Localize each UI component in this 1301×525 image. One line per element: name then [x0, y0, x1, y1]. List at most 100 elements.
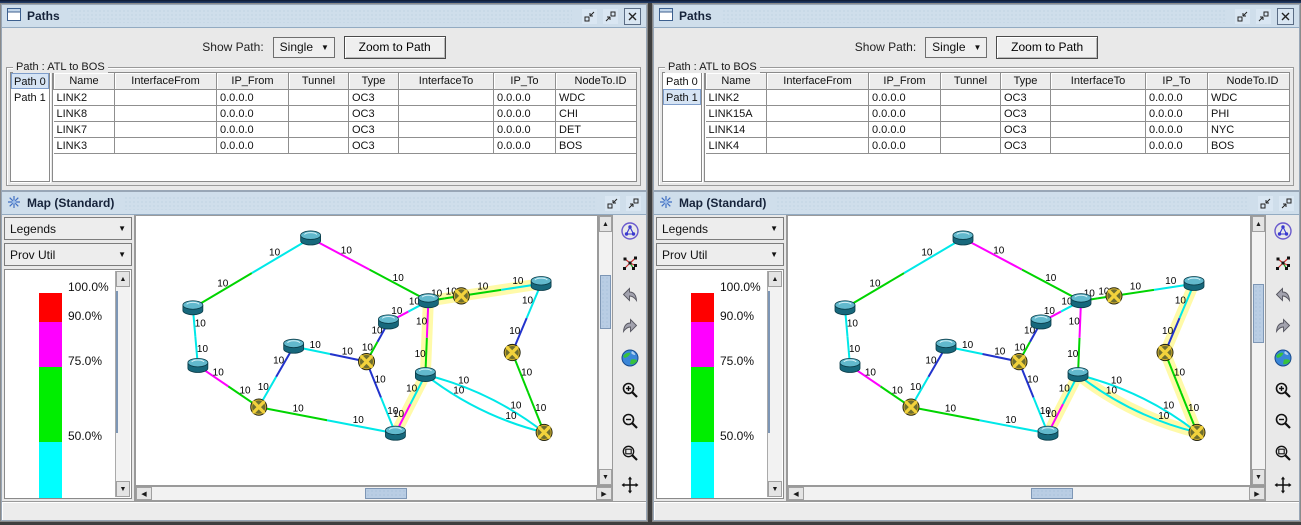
column-header-interfaceto[interactable]: InterfaceTo	[1051, 73, 1146, 90]
column-header-tunnel[interactable]: Tunnel	[941, 73, 1001, 90]
zoom-in-icon[interactable]	[619, 379, 640, 400]
table-row[interactable]: LINK70.0.0.0OC30.0.0.0DET	[54, 122, 638, 138]
zoom-out-icon[interactable]	[1272, 411, 1293, 432]
legend-scrollbar[interactable]: ▲▼	[767, 271, 782, 497]
node-router[interactable]	[378, 315, 398, 329]
scrollbar-thumb[interactable]	[1253, 284, 1264, 343]
scrollbar-thumb[interactable]	[600, 275, 611, 329]
node-router[interactable]	[183, 301, 203, 315]
node-switch[interactable]	[504, 344, 520, 360]
collapse-button[interactable]	[605, 196, 620, 211]
scroll-left-icon[interactable]: ◀	[136, 487, 152, 500]
column-header-name[interactable]: Name	[54, 73, 115, 90]
scroll-up-icon[interactable]: ▲	[1252, 216, 1265, 232]
scroll-up-icon[interactable]: ▲	[116, 271, 130, 287]
path-item-path-1[interactable]: Path 1	[663, 89, 701, 105]
map-link[interactable]	[904, 238, 963, 273]
show-path-combobox[interactable]: Single▼	[925, 37, 987, 58]
column-header-ip_from[interactable]: IP_From	[869, 73, 941, 90]
maximize-button[interactable]	[1279, 196, 1294, 211]
collapse-button[interactable]	[582, 9, 597, 24]
node-switch[interactable]	[1011, 354, 1027, 370]
column-header-nodeto.id[interactable]: NodeTo.ID	[556, 73, 638, 90]
scrollbar-thumb[interactable]	[1031, 488, 1073, 499]
zoom-window-icon[interactable]	[1272, 443, 1293, 464]
scroll-up-icon[interactable]: ▲	[599, 216, 612, 232]
legends-combobox[interactable]: Legends▼	[4, 217, 132, 240]
scroll-down-icon[interactable]: ▼	[599, 469, 612, 485]
column-header-interfacefrom[interactable]: InterfaceFrom	[115, 73, 217, 90]
map-link[interactable]	[425, 375, 544, 433]
column-header-ip_to[interactable]: IP_To	[494, 73, 556, 90]
column-header-type[interactable]: Type	[1001, 73, 1051, 90]
maximize-button[interactable]	[1256, 9, 1271, 24]
column-header-type[interactable]: Type	[349, 73, 399, 90]
close-icon[interactable]	[1277, 8, 1294, 25]
column-header-interfacefrom[interactable]: InterfaceFrom	[767, 73, 869, 90]
map-link[interactable]	[425, 375, 544, 433]
node-router[interactable]	[301, 231, 321, 245]
node-router[interactable]	[385, 426, 405, 440]
paths-titlebar[interactable]: Paths	[2, 5, 646, 28]
graph-layout-icon[interactable]	[619, 253, 640, 274]
node-router[interactable]	[1068, 367, 1088, 381]
scroll-right-icon[interactable]: ▶	[1249, 487, 1265, 500]
node-switch[interactable]	[453, 288, 469, 304]
table-row[interactable]: LINK20.0.0.0OC30.0.0.0WDC	[54, 90, 638, 106]
node-router[interactable]	[188, 358, 208, 372]
table-row[interactable]: LINK20.0.0.0OC30.0.0.0WDC	[706, 90, 1291, 106]
node-switch[interactable]	[1157, 344, 1173, 360]
redo-icon[interactable]	[619, 316, 640, 337]
scroll-left-icon[interactable]: ◀	[788, 487, 804, 500]
scroll-down-icon[interactable]: ▼	[116, 481, 130, 497]
node-switch[interactable]	[359, 354, 375, 370]
table-row[interactable]: LINK140.0.0.0OC30.0.0.0NYC	[706, 122, 1291, 138]
scrollbar-thumb[interactable]	[768, 291, 770, 433]
map-link[interactable]	[252, 238, 311, 273]
node-switch[interactable]	[1106, 288, 1122, 304]
map-vertical-scrollbar[interactable]: ▲ ▼	[598, 215, 613, 486]
zoom-out-icon[interactable]	[619, 411, 640, 432]
topology-icon[interactable]	[619, 221, 640, 242]
scrollbar-thumb[interactable]	[365, 488, 407, 499]
map-titlebar[interactable]: Map (Standard)	[654, 192, 1299, 215]
maximize-button[interactable]	[603, 9, 618, 24]
paths-titlebar[interactable]: Paths	[654, 5, 1299, 28]
node-router[interactable]	[531, 276, 551, 290]
collapse-button[interactable]	[1235, 9, 1250, 24]
legend-scrollbar[interactable]: ▲▼	[115, 271, 130, 497]
table-row[interactable]: LINK80.0.0.0OC30.0.0.0CHI	[54, 106, 638, 122]
map-titlebar[interactable]: Map (Standard)	[2, 192, 646, 215]
zoom-window-icon[interactable]	[619, 443, 640, 464]
util-combobox[interactable]: Prov Util▼	[656, 243, 784, 266]
map-vertical-scrollbar[interactable]: ▲ ▼	[1251, 215, 1266, 486]
column-header-ip_from[interactable]: IP_From	[217, 73, 289, 90]
legends-combobox[interactable]: Legends▼	[656, 217, 784, 240]
node-switch[interactable]	[536, 424, 552, 440]
column-header-tunnel[interactable]: Tunnel	[289, 73, 349, 90]
node-router[interactable]	[1184, 276, 1204, 290]
node-router[interactable]	[418, 294, 438, 308]
zoom-to-path-button[interactable]: Zoom to Path	[996, 36, 1098, 59]
table-row[interactable]: LINK40.0.0.0OC30.0.0.0BOS	[706, 138, 1291, 154]
column-header-name[interactable]: Name	[706, 73, 767, 90]
redo-icon[interactable]	[1272, 316, 1293, 337]
scrollbar-thumb[interactable]	[116, 291, 118, 433]
table-row[interactable]: LINK30.0.0.0OC30.0.0.0BOS	[54, 138, 638, 154]
pan-icon[interactable]	[1272, 474, 1293, 495]
path-item-path-0[interactable]: Path 0	[663, 73, 701, 89]
node-router[interactable]	[835, 301, 855, 315]
node-router[interactable]	[953, 231, 973, 245]
scroll-down-icon[interactable]: ▼	[1252, 469, 1265, 485]
zoom-in-icon[interactable]	[1272, 379, 1293, 400]
column-header-ip_to[interactable]: IP_To	[1146, 73, 1208, 90]
map-horizontal-scrollbar[interactable]: ◀ ▶	[135, 486, 613, 501]
node-switch[interactable]	[251, 399, 267, 415]
util-combobox[interactable]: Prov Util▼	[4, 243, 132, 266]
node-router[interactable]	[415, 367, 435, 381]
map-canvas[interactable]: 1010101010101010101010101010101010101010…	[787, 215, 1251, 486]
column-header-nodeto.id[interactable]: NodeTo.ID	[1208, 73, 1291, 90]
path-item-path-1[interactable]: Path 1	[11, 89, 49, 105]
pan-icon[interactable]	[619, 474, 640, 495]
collapse-button[interactable]	[1258, 196, 1273, 211]
